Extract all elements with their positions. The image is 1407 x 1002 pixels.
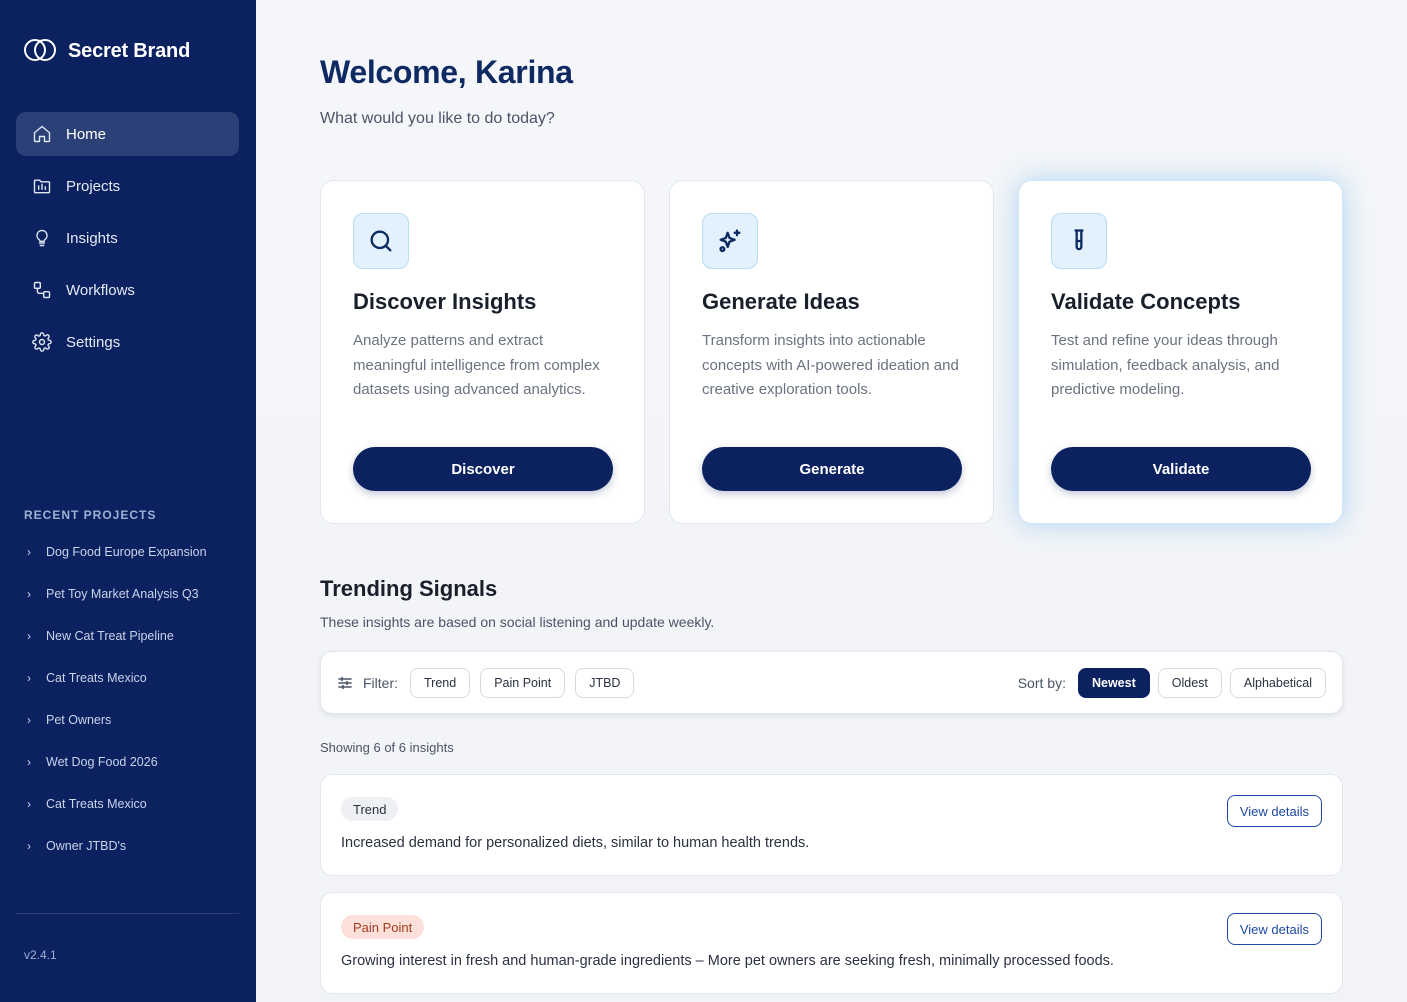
brand-logo-icon [24, 36, 56, 66]
nav-item-label: Settings [66, 333, 121, 351]
filter-chip-pain-point[interactable]: Pain Point [480, 668, 566, 698]
validate-card: Validate Concepts Test and refine your i… [1018, 180, 1343, 524]
recent-project-label: Cat Treats Mexico [46, 797, 147, 811]
insight-tag: Pain Point [341, 915, 425, 939]
discover-card: Discover Insights Analyze patterns and e… [320, 180, 645, 524]
recent-project-item[interactable]: › Cat Treats Mexico [24, 657, 239, 699]
brand-name: Secret Brand [68, 39, 191, 62]
recent-project-label: Pet Toy Market Analysis Q3 [46, 587, 199, 601]
nav-item-insights[interactable]: Insights [16, 216, 239, 260]
card-title: Discover Insights [353, 289, 537, 314]
workflow-icon [33, 281, 51, 299]
test-tube-icon [1051, 213, 1107, 269]
filter-label: Filter: [363, 675, 398, 691]
nav-item-label: Projects [66, 177, 121, 195]
recent-project-item[interactable]: › Dog Food Europe Expansion [24, 531, 239, 573]
filter-bar: Filter: Trend Pain Point JTBD Sort by: N… [320, 651, 1343, 714]
gear-icon [32, 332, 52, 352]
validate-button[interactable]: Validate [1051, 447, 1311, 491]
recent-project-item[interactable]: › Owner JTBD's [24, 825, 239, 867]
chevron-right-icon: › [27, 755, 31, 769]
sparkles-icon [702, 213, 758, 269]
filter-chip-trend[interactable]: Trend [410, 668, 471, 698]
nav-item-workflows[interactable]: Workflows [16, 268, 239, 312]
recent-project-label: Wet Dog Food 2026 [46, 755, 158, 769]
card-title: Validate Concepts [1051, 289, 1241, 314]
filter-chip-jtbd[interactable]: JTBD [575, 668, 635, 698]
brand[interactable]: Secret Brand [24, 36, 190, 66]
nav-item-settings[interactable]: Settings [16, 320, 239, 364]
chevron-right-icon: › [27, 797, 31, 811]
recent-project-item[interactable]: › Cat Treats Mexico [24, 783, 239, 825]
recent-project-item[interactable]: › New Cat Treat Pipeline [24, 615, 239, 657]
recent-project-label: Pet Owners [46, 713, 112, 727]
search-icon [353, 213, 409, 269]
insight-card: Pain Point Growing interest in fresh and… [320, 892, 1343, 994]
generate-button[interactable]: Generate [702, 447, 962, 491]
recent-project-label: Cat Treats Mexico [46, 671, 147, 685]
recent-project-label: New Cat Treat Pipeline [46, 629, 174, 643]
recent-project-item[interactable]: › Pet Owners [24, 699, 239, 741]
generate-card: Generate Ideas Transform insights into a… [669, 180, 994, 524]
insight-text: Increased demand for personalized diets,… [341, 835, 810, 851]
sliders-icon [338, 676, 352, 690]
card-title: Generate Ideas [702, 289, 860, 314]
home-icon [33, 125, 51, 143]
recent-project-label: Dog Food Europe Expansion [46, 545, 207, 559]
nav-item-projects[interactable]: Projects [16, 164, 239, 208]
chevron-right-icon: › [27, 587, 31, 601]
view-details-button[interactable]: View details [1226, 913, 1322, 945]
lightbulb-icon [36, 229, 48, 247]
sort-alphabetical-button[interactable]: Alphabetical [1229, 668, 1326, 698]
trending-title: Trending Signals [320, 576, 498, 601]
nav-item-label: Workflows [66, 281, 135, 299]
sort-label: Sort by: [1017, 675, 1066, 691]
nav-item-home[interactable]: Home [16, 112, 239, 156]
recent-projects-list: › Dog Food Europe Expansion › Pet Toy Mark… [24, 531, 239, 867]
chevron-right-icon: › [27, 839, 31, 853]
projects-icon [33, 179, 51, 194]
chevron-right-icon: › [27, 629, 31, 643]
page-title: Welcome, Karina [320, 54, 573, 90]
sort-newest-button[interactable]: Newest [1077, 668, 1150, 698]
discover-button[interactable]: Discover [353, 447, 613, 491]
trending-subtitle: These insights are based on social liste… [320, 614, 715, 630]
action-cards: Discover Insights Analyze patterns and e… [320, 180, 1343, 524]
sort-oldest-button[interactable]: Oldest [1157, 668, 1222, 698]
insight-card: Trend Increased demand for personalized … [320, 774, 1343, 876]
chevron-right-icon: › [27, 545, 31, 559]
filter-group: Filter: Trend Pain Point JTBD [337, 668, 635, 698]
nav-item-label: Insights [66, 229, 118, 247]
chevron-right-icon: › [27, 713, 31, 727]
nav-item-label: Home [66, 125, 107, 143]
app-version: v2.4.1 [24, 948, 57, 962]
card-description: Transform insights into actionable conce… [702, 332, 959, 398]
sort-group: Sort by: Newest Oldest Alphabetical [1018, 668, 1326, 698]
insight-tag: Trend [341, 797, 399, 821]
main-nav: Home Projects Insights Workflows Setting… [16, 112, 239, 372]
chevron-right-icon: › [27, 671, 31, 685]
insight-text: Growing interest in fresh and human-grad… [341, 953, 1114, 969]
page-subtitle: What would you like to do today? [320, 110, 555, 127]
card-description: Test and refine your ideas through simul… [1051, 332, 1280, 398]
recent-project-label: Owner JTBD's [46, 839, 127, 853]
sidebar: Secret Brand Home Projects Insights Work… [0, 0, 256, 1002]
recent-project-item[interactable]: › Wet Dog Food 2026 [24, 741, 239, 783]
card-description: Analyze patterns and extract meaningful … [353, 332, 600, 398]
results-count: Showing 6 of 6 insights [320, 740, 454, 755]
recent-project-item[interactable]: › Pet Toy Market Analysis Q3 [24, 573, 239, 615]
sidebar-divider [16, 913, 239, 914]
view-details-button[interactable]: View details [1226, 795, 1322, 827]
recent-projects-title: RECENT PROJECTS [24, 508, 157, 522]
